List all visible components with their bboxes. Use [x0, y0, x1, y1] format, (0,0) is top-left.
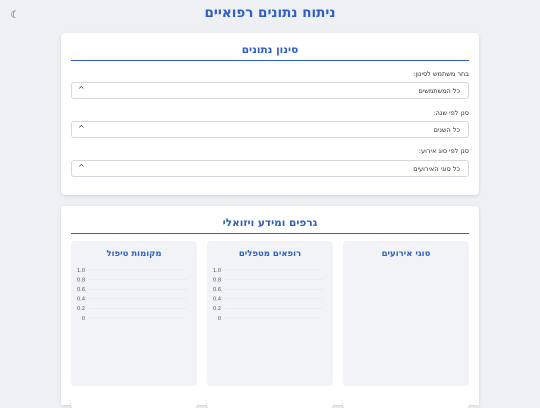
chart-title: מקומות טיפול: [106, 249, 162, 259]
chevron-up-icon: ^: [78, 124, 85, 133]
chevron-up-icon: ^: [78, 85, 85, 94]
y-tick-label: 0.8: [213, 277, 221, 283]
y-tick-label: 1.0: [77, 268, 85, 274]
treatment-locations-chart-plot: 1.0 0.8 0.6 0.4 0.2 0: [77, 268, 187, 322]
charts-card-title: גרפים ומידע ויזואלי: [222, 217, 318, 229]
chart-title: רופאים מטפלים: [238, 249, 302, 259]
chart-panel: [71, 396, 197, 408]
event-type-filter-value: כל סוגי האירועים: [413, 165, 460, 173]
y-tick-label: 0.6: [213, 287, 221, 293]
filter-card-title: סינון נתונים: [241, 44, 299, 56]
treatment-locations-chart: מקומות טיפול 1.0 0.8 0.6 0.4 0.2 0: [71, 241, 197, 386]
y-tick-label: 0.4: [77, 297, 85, 303]
y-tick-label: 0: [82, 316, 85, 322]
year-filter-select[interactable]: כל השנים ^: [71, 121, 469, 138]
chart-panel: [207, 396, 333, 408]
y-tick-label: 1.0: [213, 268, 221, 274]
y-tick-label: 0.2: [213, 306, 221, 312]
event-types-chart: סוגי אירועים: [343, 241, 469, 386]
year-filter-value: כל השנים: [433, 126, 460, 134]
chevron-up-icon: ^: [78, 163, 85, 172]
y-tick-label: 0.6: [77, 287, 85, 293]
y-tick-label: 0.8: [77, 277, 85, 283]
chart-title: סוגי אירועים: [381, 249, 431, 259]
chart-panel: [343, 396, 469, 408]
charts-card: גרפים ומידע ויזואלי סוגי אירועים רופאים …: [61, 206, 479, 405]
title-divider: [71, 233, 469, 234]
year-filter-label: סנן לפי שנה:: [433, 109, 469, 117]
y-tick-label: 0.4: [213, 297, 221, 303]
user-filter-label: בחר משתמש לסינון:: [413, 70, 469, 78]
y-tick-label: 0.2: [77, 306, 85, 312]
filter-card: סינון נתונים בחר משתמש לסינון: כל המשתמש…: [61, 33, 479, 195]
event-type-filter-label: סנן לפי סוג אירוע:: [418, 147, 469, 155]
event-type-filter-select[interactable]: כל סוגי האירועים ^: [71, 160, 469, 177]
user-filter-value: כל המשתמשים: [418, 87, 460, 95]
doctors-chart: רופאים מטפלים 1.0 0.8 0.6 0.4 0.2 0: [207, 241, 333, 386]
title-divider: [71, 60, 469, 61]
y-tick-label: 0: [218, 316, 221, 322]
page-title: ניתוח נתונים רפואיים: [204, 5, 336, 21]
doctors-chart-plot: 1.0 0.8 0.6 0.4 0.2 0: [213, 268, 323, 322]
user-filter-select[interactable]: כל המשתמשים ^: [71, 82, 469, 99]
